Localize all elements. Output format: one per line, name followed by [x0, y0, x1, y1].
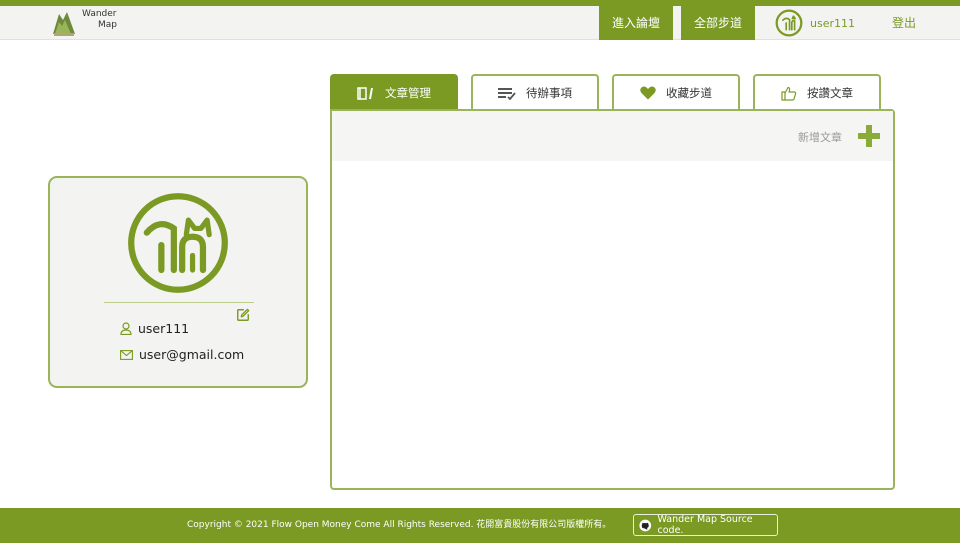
thumbs-up-icon — [781, 86, 797, 101]
profile-card: user111 user@gmail.com — [48, 176, 308, 388]
user-icon — [120, 322, 132, 335]
copyright-text: Copyright © 2021 Flow Open Money Come Al… — [187, 520, 612, 530]
nav-all-trails-button[interactable]: 全部步道 — [681, 6, 755, 40]
mail-icon — [120, 349, 133, 360]
panel-toolbar: 新增文章 — [332, 111, 893, 161]
plus-icon — [866, 125, 872, 147]
logo[interactable]: Wander Map — [50, 6, 130, 40]
source-code-label: Wander Map Source code. — [657, 514, 753, 536]
nav-user-profile[interactable]: user111 — [775, 9, 855, 37]
footer: Copyright © 2021 Flow Open Money Come Al… — [0, 508, 960, 543]
profile-avatar — [128, 193, 228, 293]
profile-email: user@gmail.com — [139, 347, 245, 362]
article-panel: 新增文章 — [330, 109, 895, 490]
header: Wander Map 進入論壇 全部步道 user111 登出 — [0, 6, 960, 40]
nav-forum-button[interactable]: 進入論壇 — [599, 6, 673, 40]
profile-username-row: user111 — [120, 321, 189, 336]
logo-mountain-icon — [53, 12, 75, 36]
tab-saved-trails[interactable]: 收藏步道 — [612, 74, 740, 110]
source-code-button[interactable]: Wander Map Source code. — [633, 514, 778, 536]
user-avatar-icon — [775, 9, 803, 37]
heart-icon — [640, 86, 656, 100]
github-icon — [639, 519, 652, 531]
edit-profile-icon[interactable] — [236, 308, 250, 322]
tab-article-manage[interactable]: 文章管理 — [330, 74, 458, 110]
add-article-button[interactable] — [858, 125, 880, 147]
todo-list-icon — [498, 87, 516, 100]
profile-divider — [104, 302, 254, 303]
add-article-label[interactable]: 新增文章 — [798, 129, 842, 145]
article-manage-icon — [357, 87, 373, 100]
tab-liked-articles[interactable]: 按讚文章 — [753, 74, 881, 110]
logout-button[interactable]: 登出 — [884, 6, 924, 40]
profile-email-row: user@gmail.com — [120, 347, 244, 362]
logo-text: Wander Map — [82, 9, 117, 30]
tab-todo-list[interactable]: 待辦事項 — [471, 74, 599, 110]
nav-user-name: user111 — [810, 16, 855, 30]
profile-username: user111 — [138, 321, 190, 336]
